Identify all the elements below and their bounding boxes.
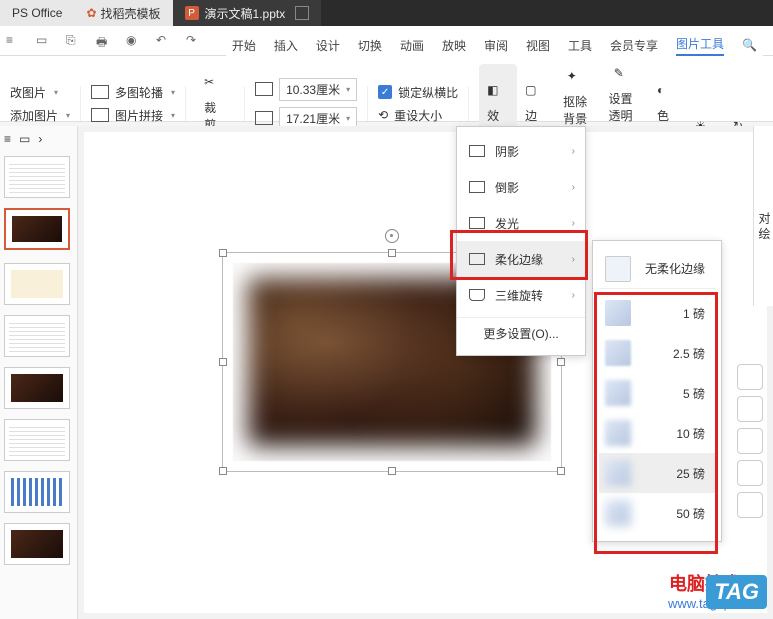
chevron-right-icon: › xyxy=(572,182,575,193)
wand-icon: ✎ xyxy=(614,66,636,88)
rotate3d-icon xyxy=(469,289,485,301)
doc-tabs: PS Office ✿找稻壳模板 P演示文稿1.pptx xyxy=(0,0,773,26)
float-btn-2[interactable] xyxy=(737,396,763,422)
width-input[interactable]: 10.33厘米▾ xyxy=(279,78,357,101)
cube-icon: ◧ xyxy=(487,83,509,105)
check-icon: ✓ xyxy=(378,85,392,99)
ribbon: 改图片▾ 添加图片▾ 多图轮播▾ 图片拼接▾ ✂裁剪 10.33厘米▾ 17.2… xyxy=(0,56,773,122)
menu-icon[interactable]: ≡ xyxy=(6,33,22,49)
slide-icon[interactable]: ▭ xyxy=(19,132,30,146)
reflect-icon xyxy=(469,181,485,193)
tab-office[interactable]: PS Office xyxy=(0,0,74,26)
float-btn-1[interactable] xyxy=(737,364,763,390)
menu-bar: 开始 插入 设计 切换 动画 放映 审阅 视图 工具 会员专享 图片工具 🔍 xyxy=(226,30,763,60)
highlight-box-2 xyxy=(594,292,718,554)
slide-thumb-5[interactable] xyxy=(4,367,70,409)
menu-insert[interactable]: 插入 xyxy=(274,37,298,54)
float-toolbar xyxy=(737,364,763,518)
height-icon xyxy=(255,82,273,96)
carousel-icon xyxy=(91,85,109,99)
float-btn-4[interactable] xyxy=(737,460,763,486)
menu-view[interactable]: 视图 xyxy=(526,37,550,54)
save-icon[interactable]: ▭ xyxy=(36,33,52,49)
rotate-handle[interactable] xyxy=(385,229,399,243)
chevron-right-icon: › xyxy=(572,290,575,301)
menu-picture-tools[interactable]: 图片工具 xyxy=(676,35,724,56)
ppt-icon: P xyxy=(185,6,199,20)
menu-start[interactable]: 开始 xyxy=(232,37,256,54)
print-icon[interactable]: 🖶 xyxy=(96,33,112,49)
resize-handle[interactable] xyxy=(557,358,565,366)
removebg-icon: ✦ xyxy=(567,69,589,91)
slide-thumb-8[interactable] xyxy=(4,523,70,565)
border-icon: ▢ xyxy=(525,83,547,105)
resize-handle[interactable] xyxy=(219,249,227,257)
palette-icon: ◐ xyxy=(657,83,679,105)
swatch-icon xyxy=(605,256,631,282)
reset-icon: ⟲ xyxy=(378,108,388,122)
glow-icon xyxy=(469,217,485,229)
slide-thumbnails: ≡ ▭ › xyxy=(0,126,78,619)
menu-design[interactable]: 设计 xyxy=(316,37,340,54)
resize-handle[interactable] xyxy=(557,467,565,475)
join-icon xyxy=(91,108,109,122)
float-btn-5[interactable] xyxy=(737,492,763,518)
change-pic-button[interactable]: 改图片▾ xyxy=(10,84,70,101)
chevron-right-icon: › xyxy=(572,218,575,229)
resize-handle[interactable] xyxy=(388,249,396,257)
next-icon[interactable]: › xyxy=(38,132,42,146)
preview-icon[interactable]: ◉ xyxy=(126,33,142,49)
menu-switch[interactable]: 切换 xyxy=(358,37,382,54)
thumb-nav: ≡ ▭ › xyxy=(4,132,73,146)
resize-handle[interactable] xyxy=(388,467,396,475)
menu-play[interactable]: 放映 xyxy=(442,37,466,54)
resize-handle[interactable] xyxy=(219,358,227,366)
undo-icon[interactable]: ↶ xyxy=(156,33,172,49)
menu-review[interactable]: 审阅 xyxy=(484,37,508,54)
right-panel-collapsed[interactable]: 对 绘 xyxy=(753,126,773,306)
pic-join-button[interactable]: 图片拼接▾ xyxy=(91,107,175,124)
export-icon[interactable]: ⎘ xyxy=(66,33,82,49)
reset-size-button[interactable]: ⟲重设大小 xyxy=(378,107,458,124)
chevron-right-icon: › xyxy=(572,146,575,157)
shadow-icon xyxy=(469,145,485,157)
float-btn-3[interactable] xyxy=(737,428,763,454)
watermark-tag: TAG xyxy=(706,575,767,609)
width-icon xyxy=(255,111,273,125)
fx-shadow[interactable]: 阴影› xyxy=(457,133,585,169)
soft-none[interactable]: 无柔化边缘 xyxy=(599,249,715,289)
menu-tool[interactable]: 工具 xyxy=(568,37,592,54)
crop-icon: ✂ xyxy=(204,75,226,97)
slide-thumb-7[interactable] xyxy=(4,471,70,513)
menu-anim[interactable]: 动画 xyxy=(400,37,424,54)
tab-template[interactable]: ✿找稻壳模板 xyxy=(74,0,172,26)
transfer-icon xyxy=(295,6,309,20)
resize-handle[interactable] xyxy=(219,467,227,475)
slide-thumb-6[interactable] xyxy=(4,419,70,461)
fx-3d-rotate[interactable]: 三维旋转› xyxy=(457,277,585,313)
highlight-box-1 xyxy=(450,230,588,280)
slide-thumb-2[interactable] xyxy=(4,208,70,250)
slide-thumb-1[interactable] xyxy=(4,156,70,198)
slide-thumb-3[interactable] xyxy=(4,263,70,305)
search-icon[interactable]: 🔍 xyxy=(742,38,757,52)
redo-icon[interactable]: ↷ xyxy=(186,33,202,49)
slide-thumb-4[interactable] xyxy=(4,315,70,357)
fx-reflect[interactable]: 倒影› xyxy=(457,169,585,205)
multi-carousel-button[interactable]: 多图轮播▾ xyxy=(91,84,175,101)
lock-ratio-checkbox[interactable]: ✓锁定纵横比 xyxy=(378,84,458,101)
menu-member[interactable]: 会员专享 xyxy=(610,37,658,54)
fx-more-settings[interactable]: 更多设置(O)... xyxy=(457,317,585,349)
outline-icon[interactable]: ≡ xyxy=(4,132,11,146)
tab-document[interactable]: P演示文稿1.pptx xyxy=(173,0,322,26)
add-pic-button[interactable]: 添加图片▾ xyxy=(10,107,70,124)
